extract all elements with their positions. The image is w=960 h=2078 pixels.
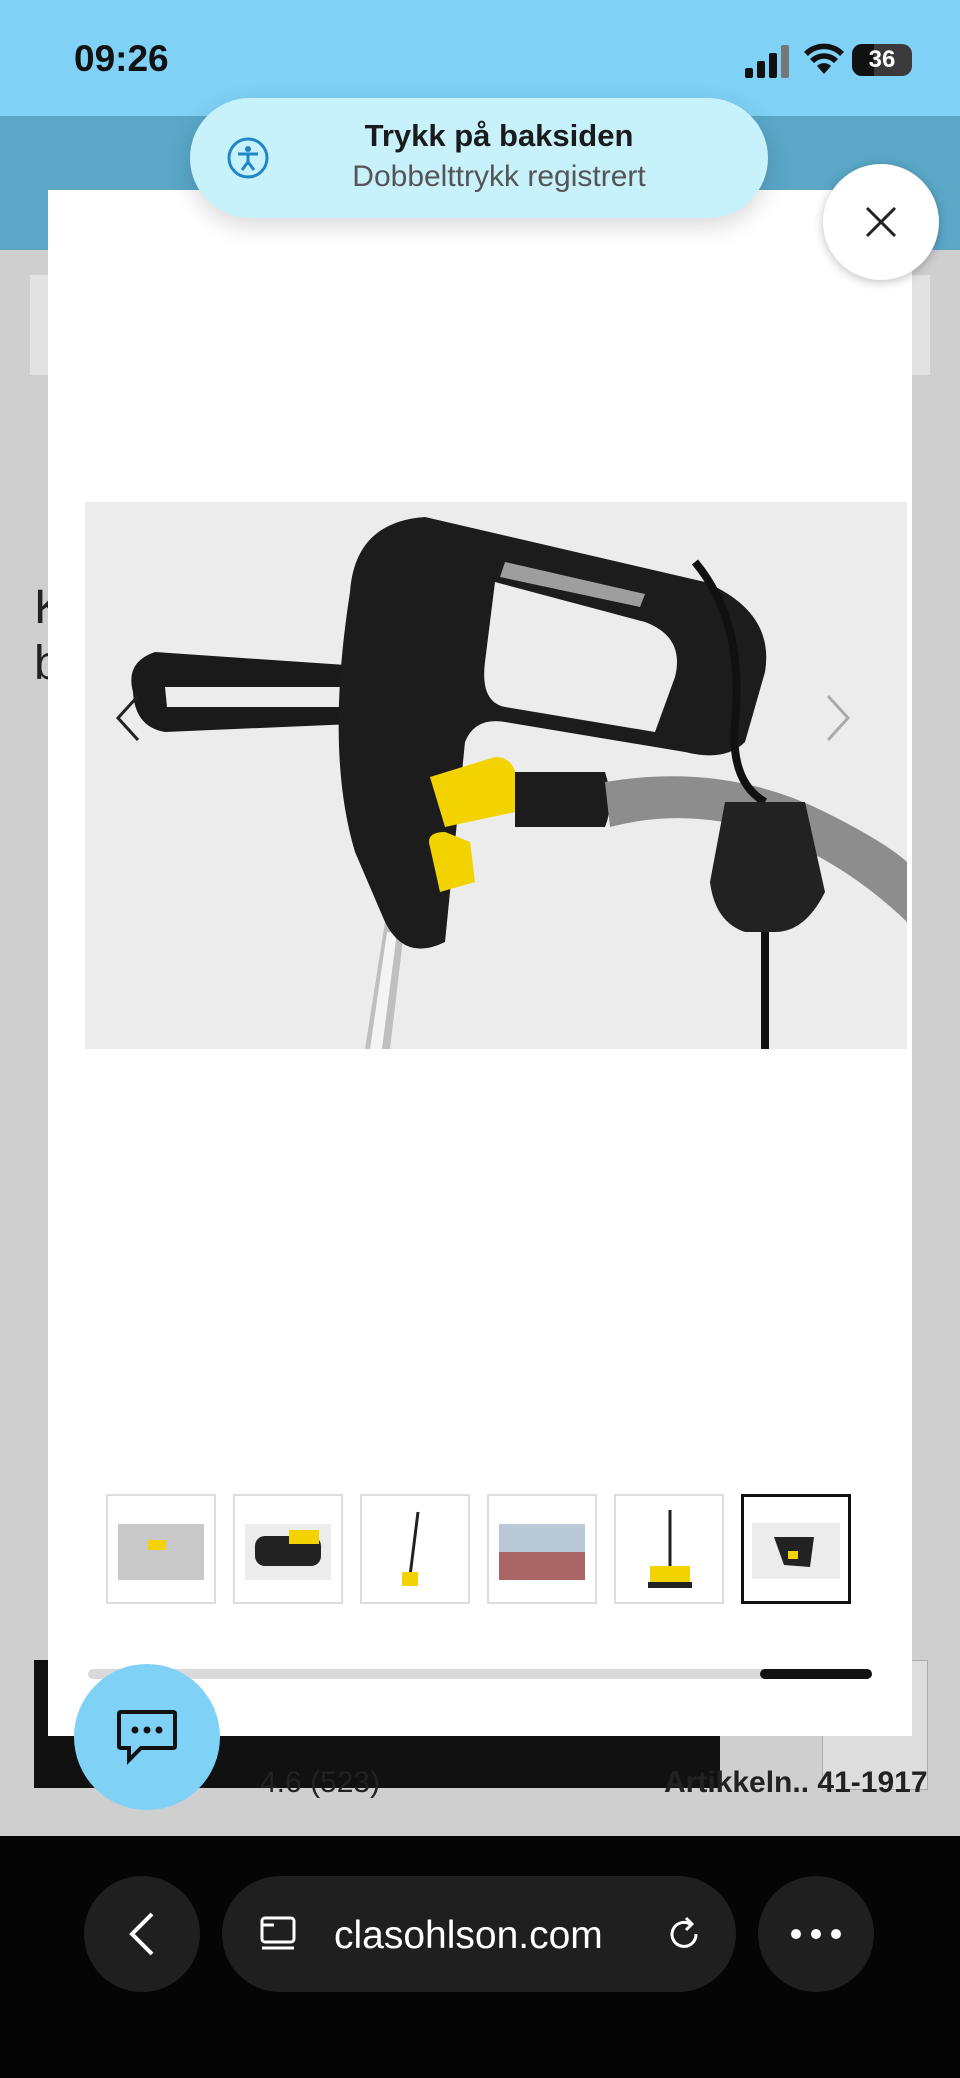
thumbnail-6[interactable] bbox=[741, 1494, 851, 1604]
thumbnail-5[interactable] bbox=[614, 1494, 724, 1604]
close-gallery-button[interactable] bbox=[823, 164, 939, 280]
tab-layout-icon bbox=[260, 1916, 296, 1950]
browser-back-button[interactable] bbox=[84, 1876, 200, 1992]
browser-more-button[interactable] bbox=[758, 1876, 874, 1992]
chevron-left-icon bbox=[129, 1912, 154, 1956]
accessibility-toast: Trykk på baksiden Dobbelttrykk registrer… bbox=[190, 98, 768, 218]
address-bar[interactable]: clasohlson.com bbox=[222, 1876, 736, 1992]
thumbnail-strip bbox=[106, 1494, 854, 1608]
thumbnail-1[interactable] bbox=[106, 1494, 216, 1604]
battery-indicator: 36 bbox=[852, 44, 912, 76]
status-time: 09:26 bbox=[74, 38, 169, 79]
gallery-scrollbar-track[interactable] bbox=[88, 1669, 872, 1679]
thumbnail-2[interactable] bbox=[233, 1494, 343, 1604]
toast-title: Trykk på baksiden bbox=[364, 118, 634, 153]
background-article-number: Artikkeln.. 41-1917 bbox=[664, 1766, 928, 1799]
url-text: clasohlson.com bbox=[334, 1914, 603, 1957]
product-image bbox=[85, 502, 907, 1049]
reload-icon[interactable] bbox=[662, 1912, 706, 1956]
thumbnail-4[interactable] bbox=[487, 1494, 597, 1604]
chat-button[interactable] bbox=[74, 1664, 220, 1810]
next-image-arrow[interactable] bbox=[820, 690, 856, 746]
gallery-scrollbar-thumb[interactable] bbox=[760, 1669, 872, 1679]
previous-image-arrow[interactable] bbox=[110, 690, 146, 746]
cellular-signal-icon bbox=[745, 45, 789, 78]
wifi-icon bbox=[804, 43, 844, 74]
thumbnail-3[interactable] bbox=[360, 1494, 470, 1604]
chat-icon bbox=[117, 1710, 177, 1765]
toast-subtitle: Dobbelttrykk registrert bbox=[352, 160, 646, 193]
background-rating: 4.6 (523) bbox=[260, 1766, 381, 1799]
more-dots-icon bbox=[791, 1929, 841, 1939]
close-icon bbox=[865, 206, 897, 238]
